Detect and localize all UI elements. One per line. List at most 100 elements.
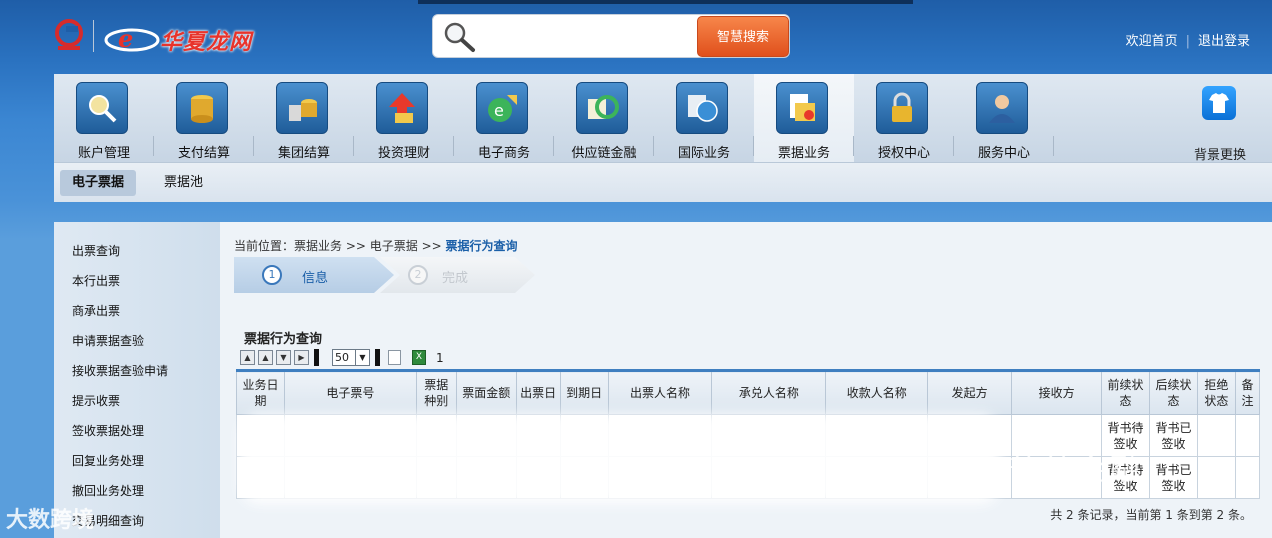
excel-export-icon[interactable]: X — [412, 350, 426, 365]
nav-label: 供应链金融 — [571, 146, 637, 161]
logout-link[interactable]: 退出登录 — [1198, 30, 1250, 49]
record-summary: 共 2 条记录，当前第 1 条到第 2 条。 — [1050, 508, 1252, 522]
breadcrumb: 当前位置：票据业务 >> 电子票据 >> 票据行为查询 — [234, 237, 518, 254]
first-page-icon[interactable]: ▲ — [240, 350, 255, 365]
nav-item-service[interactable]: 服务中心 — [954, 74, 1054, 162]
nav-label: 服务中心 — [977, 146, 1030, 161]
nav-item-account[interactable]: 账户管理 — [54, 74, 154, 162]
nav-label: 授权中心 — [877, 146, 930, 161]
breadcrumb-path: 票据业务 >> 电子票据 >> — [294, 239, 442, 253]
sub-tab-bar: 电子票据 票据池 — [54, 162, 1272, 202]
tab-electronic-bills[interactable]: 电子票据 — [60, 170, 137, 196]
step-indicator: 2 完成 1 信息 — [234, 257, 535, 293]
nav-label: 国际业务 — [677, 146, 730, 161]
page-count: 1 — [436, 351, 444, 365]
search-input[interactable] — [489, 21, 694, 53]
table-cell: 背书已签收 — [1148, 456, 1198, 499]
nav-item-investment[interactable]: 投资理财 — [354, 74, 454, 162]
bill-document-icon — [776, 82, 828, 134]
nav-label: 支付结算 — [177, 146, 230, 161]
magnifier-coins-icon — [76, 82, 128, 134]
last-page-icon[interactable]: ▶ — [294, 350, 309, 365]
column-header[interactable]: 出票日 — [515, 370, 561, 415]
globe-icon — [676, 82, 728, 134]
sidebar-item-sign-receipt[interactable]: 签收票据处理 — [72, 422, 144, 439]
nav-label: 集团结算 — [277, 146, 330, 161]
page-size-select[interactable]: 50 ▼ — [332, 349, 370, 366]
change-background-button[interactable]: 背景更换 — [1188, 82, 1252, 163]
sidebar-item-own-bank-issue[interactable]: 本行出票 — [72, 272, 120, 289]
nav-item-authorization[interactable]: 授权中心 — [854, 74, 954, 162]
table-cell — [1234, 456, 1261, 499]
nav-item-payment[interactable]: 支付结算 — [154, 74, 254, 162]
sidebar: 出票查询 本行出票 商承出票 申请票据查验 接收票据查验申请 提示收票 签收票据… — [54, 222, 220, 538]
nav-item-international[interactable]: 国际业务 — [654, 74, 754, 162]
main-content: 当前位置：票据业务 >> 电子票据 >> 票据行为查询 2 完成 1 信息 票据… — [230, 222, 1272, 538]
column-header[interactable]: 接收方 — [1011, 370, 1103, 415]
search-icon[interactable] — [441, 20, 477, 54]
column-header[interactable]: 承兑人名称 — [711, 370, 827, 415]
sidebar-item-prompt-receipt[interactable]: 提示收票 — [72, 392, 120, 409]
sidebar-item-issue-query[interactable]: 出票查询 — [72, 242, 120, 259]
group-coins-icon — [276, 82, 328, 134]
ecommerce-globe-icon: e — [476, 82, 528, 134]
column-header[interactable]: 收款人名称 — [825, 370, 929, 415]
nav-label: 账户管理 — [77, 146, 130, 161]
top-links: 欢迎首页 | 退出登录 — [1126, 30, 1250, 49]
nav-item-ecommerce[interactable]: e 电子商务 — [454, 74, 554, 162]
sidebar-item-receive-verification[interactable]: 接收票据查验申请 — [72, 362, 168, 379]
prev-page-icon[interactable]: ▲ — [258, 350, 273, 365]
nav-label: 票据业务 — [777, 146, 830, 161]
chain-cycle-icon — [576, 82, 628, 134]
column-header[interactable]: 拒绝状态 — [1196, 370, 1236, 415]
nav-item-group-settlement[interactable]: 集团结算 — [254, 74, 354, 162]
change-background-label: 背景更换 — [1193, 148, 1246, 163]
sidebar-item-apply-verification[interactable]: 申请票据查验 — [72, 332, 144, 349]
page-size-value: 50 — [335, 351, 349, 364]
content-panel: 出票查询 本行出票 商承出票 申请票据查验 接收票据查验申请 提示收票 签收票据… — [54, 222, 1272, 538]
brand-logo: e 华夏龙网 — [102, 18, 267, 58]
next-page-icon[interactable]: ▼ — [276, 350, 291, 365]
main-nav: 账户管理 支付结算 集团结算 投资理财 e 电子商务 供应链金融 国际业务 票据… — [54, 74, 1272, 163]
nav-item-bills[interactable]: 票据业务 — [754, 74, 854, 162]
step-number: 1 — [262, 265, 282, 285]
svg-text:e: e — [118, 24, 133, 53]
step-label: 完成 — [442, 271, 469, 286]
column-header[interactable]: 电子票号 — [283, 370, 417, 415]
sidebar-item-withdraw-business[interactable]: 撤回业务处理 — [72, 482, 144, 499]
nav-label: 投资理财 — [377, 146, 430, 161]
sidebar-item-commercial-acceptance[interactable]: 商承出票 — [72, 302, 120, 319]
coin-stack-icon — [176, 82, 228, 134]
padlock-icon — [876, 82, 928, 134]
step-info: 1 信息 — [234, 257, 394, 293]
column-header[interactable]: 前续状态 — [1101, 370, 1150, 415]
document-icon[interactable] — [388, 350, 401, 365]
column-header[interactable]: 备注 — [1234, 370, 1261, 415]
sidebar-item-reply-business[interactable]: 回复业务处理 — [72, 452, 144, 469]
smart-search-button[interactable]: 智慧搜索 — [697, 16, 789, 57]
column-header[interactable]: 票面金额 — [455, 370, 517, 415]
pager-separator — [375, 349, 380, 366]
top-strip — [418, 0, 913, 4]
link-separator: | — [1185, 34, 1190, 49]
step-number: 2 — [408, 265, 428, 285]
home-link[interactable]: 欢迎首页 — [1126, 30, 1178, 49]
search-box: 智慧搜索 — [432, 14, 790, 58]
service-person-icon — [976, 82, 1028, 134]
redaction-blur — [240, 414, 1000, 504]
logo-divider — [93, 20, 94, 52]
step-label: 信息 — [302, 271, 329, 286]
query-title: 票据行为查询 — [244, 332, 323, 347]
column-header[interactable]: 出票人名称 — [607, 370, 713, 415]
tab-bill-pool[interactable]: 票据池 — [152, 170, 215, 196]
column-header[interactable]: 发起方 — [927, 370, 1013, 415]
growth-arrow-icon — [376, 82, 428, 134]
watermark-right: 普益金融 — [1008, 453, 1144, 488]
bank-logo-icon — [55, 19, 83, 50]
column-header[interactable]: 到期日 — [559, 370, 609, 415]
column-header[interactable]: 票据种别 — [415, 370, 457, 415]
nav-label: 电子商务 — [477, 146, 530, 161]
nav-item-supply-chain[interactable]: 供应链金融 — [554, 74, 654, 162]
column-header[interactable]: 业务日期 — [236, 370, 285, 415]
column-header[interactable]: 后续状态 — [1148, 370, 1198, 415]
